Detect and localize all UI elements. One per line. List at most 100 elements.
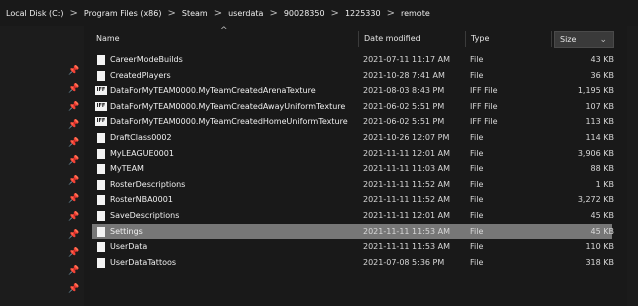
file-type: IFF File <box>470 86 498 96</box>
column-divider[interactable] <box>551 31 552 47</box>
file-row[interactable]: DraftClass0002 2021-10-26 12:07 PM File 114… <box>92 130 614 146</box>
iff-icon: IFF <box>95 101 107 111</box>
column-header-size[interactable]: Size ⌄ <box>554 31 614 48</box>
pin-icon: 📌 <box>68 176 80 186</box>
file-name: CreatedPlayers <box>110 70 171 80</box>
file-date-modified: 2021-11-11 11:52 AM <box>363 195 451 205</box>
file-type: IFF File <box>470 117 498 127</box>
breadcrumb-item-app-id[interactable]: 1225330 <box>345 9 381 18</box>
pin-icon: 📌 <box>68 266 80 276</box>
file-date-modified: 2021-07-11 11:17 AM <box>363 55 451 64</box>
file-icon <box>97 210 105 221</box>
file-type: File <box>470 55 484 64</box>
file-date-modified: 2021-11-11 11:03 AM <box>363 164 451 174</box>
pin-icon: 📌 <box>68 138 80 148</box>
breadcrumb-item-userdata[interactable]: userdata <box>228 9 263 18</box>
file-name: UserData <box>110 242 148 252</box>
file-size: 45 KB <box>590 210 614 220</box>
column-header-row: Name Date modified Type <box>88 31 618 47</box>
pin-icon: 📌 <box>68 248 80 258</box>
file-name: RosterDescriptions <box>110 179 186 189</box>
file-icon <box>97 164 105 175</box>
file-type: File <box>470 70 484 80</box>
column-divider[interactable] <box>465 31 466 47</box>
file-type: IFF File <box>470 101 498 111</box>
file-row[interactable]: IFF DataForMyTEAM0000.MyTeamCreatedArenaT… <box>92 83 614 99</box>
file-size: 1,195 KB <box>577 86 614 96</box>
chevron-right-icon: > <box>330 7 339 19</box>
column-header-type[interactable]: Type <box>471 31 489 47</box>
file-name: UserDataTattoos <box>110 257 177 267</box>
file-size: 107 KB <box>585 101 614 111</box>
file-date-modified: 2021-11-11 11:52 AM <box>363 179 451 189</box>
file-row[interactable]: RosterNBA0001 2021-11-11 11:52 AM File 3,27… <box>92 192 614 208</box>
breadcrumb: Local Disk (C:) > Program Files (x86) > … <box>0 0 638 26</box>
file-row[interactable]: SaveDescriptions 2021-11-11 12:01 AM File 4… <box>92 208 614 224</box>
pin-icon: 📌 <box>68 156 80 166</box>
file-icon <box>97 242 105 253</box>
file-row[interactable]: MyTEAM 2021-11-11 11:03 AM File 88 KB <box>92 161 614 177</box>
file-row[interactable]: UserDataTattoos 2021-07-08 5:36 PM File 318… <box>92 255 614 271</box>
file-name: DataForMyTEAM0000.MyTeamCreatedArenaText… <box>110 86 316 96</box>
file-row[interactable]: IFF DataForMyTEAM0000.MyTeamCreatedHomeUn… <box>92 114 614 130</box>
file-name: MyTEAM <box>110 164 144 174</box>
file-row[interactable]: UserData 2021-11-11 11:53 AM File 110 KB <box>92 239 614 255</box>
column-header-name[interactable]: Name <box>96 31 120 47</box>
chevron-down-icon[interactable]: ⌄ <box>599 32 607 48</box>
pin-icon: 📌 <box>68 84 80 94</box>
file-date-modified: 2021-10-28 7:41 AM <box>363 70 445 80</box>
chevron-right-icon: > <box>167 7 176 19</box>
file-row[interactable]: CreatedPlayers 2021-10-28 7:41 AM File 36 K… <box>92 68 614 84</box>
file-row[interactable]: CareerModeBuilds 2021-07-11 11:17 AM File 4… <box>92 52 614 68</box>
file-type: File <box>470 132 484 142</box>
file-name: DraftClass0002 <box>110 132 172 142</box>
file-size: 45 KB <box>590 226 614 236</box>
file-date-modified: 2021-11-11 12:01 AM <box>363 148 451 158</box>
file-size: 43 KB <box>590 55 614 64</box>
file-row[interactable]: MyLEAGUE0001 2021-11-11 12:01 AM File 3,906… <box>92 146 614 162</box>
file-size: 110 KB <box>585 242 614 252</box>
breadcrumb-item-user-id[interactable]: 90028350 <box>284 9 325 18</box>
chevron-right-icon: > <box>213 7 223 19</box>
file-date-modified: 2021-06-02 5:51 PM <box>363 101 445 111</box>
column-header-size-label: Size <box>560 35 577 44</box>
file-row[interactable]: Settings 2021-11-11 11:53 AM File 45 KB <box>92 223 614 240</box>
file-type: File <box>470 148 484 158</box>
file-name: RosterNBA0001 <box>110 195 173 205</box>
file-size: 3,272 KB <box>577 195 614 205</box>
file-date-modified: 2021-11-11 11:53 AM <box>363 242 451 252</box>
iff-icon: IFF <box>95 86 107 96</box>
file-date-modified: 2021-11-11 12:01 AM <box>363 210 451 220</box>
vertical-scrollbar[interactable] <box>627 26 638 306</box>
pin-icon: 📌 <box>68 284 80 294</box>
column-header-date-modified[interactable]: Date modified <box>364 31 421 47</box>
file-type: File <box>470 179 484 189</box>
file-name: DataForMyTEAM0000.MyTeamCreatedHomeUnifo… <box>110 117 348 127</box>
file-name: Settings <box>110 226 143 236</box>
file-row[interactable]: RosterDescriptions 2021-11-11 11:52 AM Fil… <box>92 177 614 193</box>
breadcrumb-item-program-files[interactable]: Program Files (x86) <box>84 9 162 18</box>
column-divider[interactable] <box>358 31 359 47</box>
breadcrumb-item-steam[interactable]: Steam <box>182 9 208 18</box>
file-date-modified: 2021-08-03 8:43 PM <box>363 86 445 96</box>
file-size: 88 KB <box>590 164 614 174</box>
pin-icon: 📌 <box>68 194 80 204</box>
file-size: 318 KB <box>585 257 614 267</box>
file-size: 1 KB <box>595 179 614 189</box>
file-name: SaveDescriptions <box>110 210 180 220</box>
file-date-modified: 2021-10-26 12:07 PM <box>363 132 450 142</box>
file-date-modified: 2021-07-08 5:36 PM <box>363 257 445 267</box>
file-row[interactable]: IFF DataForMyTEAM0000.MyTeamCreatedAwayUn… <box>92 99 614 115</box>
pin-icon: 📌 <box>68 120 80 130</box>
file-size: 113 KB <box>585 117 614 127</box>
breadcrumb-item-remote[interactable]: remote <box>401 9 430 18</box>
navigation-pane: 📌 📌 📌 📌 📌 📌 📌 📌 📌 📌 📌 📌 📌 <box>0 26 84 306</box>
file-size: 36 KB <box>590 70 614 80</box>
iff-icon: IFF <box>95 117 107 127</box>
file-type: File <box>470 242 484 252</box>
breadcrumb-item-local-disk[interactable]: Local Disk (C:) <box>6 9 64 18</box>
file-type: File <box>470 257 484 267</box>
file-icon <box>97 195 105 206</box>
chevron-right-icon: > <box>269 7 278 19</box>
chevron-right-icon: > <box>69 7 78 19</box>
